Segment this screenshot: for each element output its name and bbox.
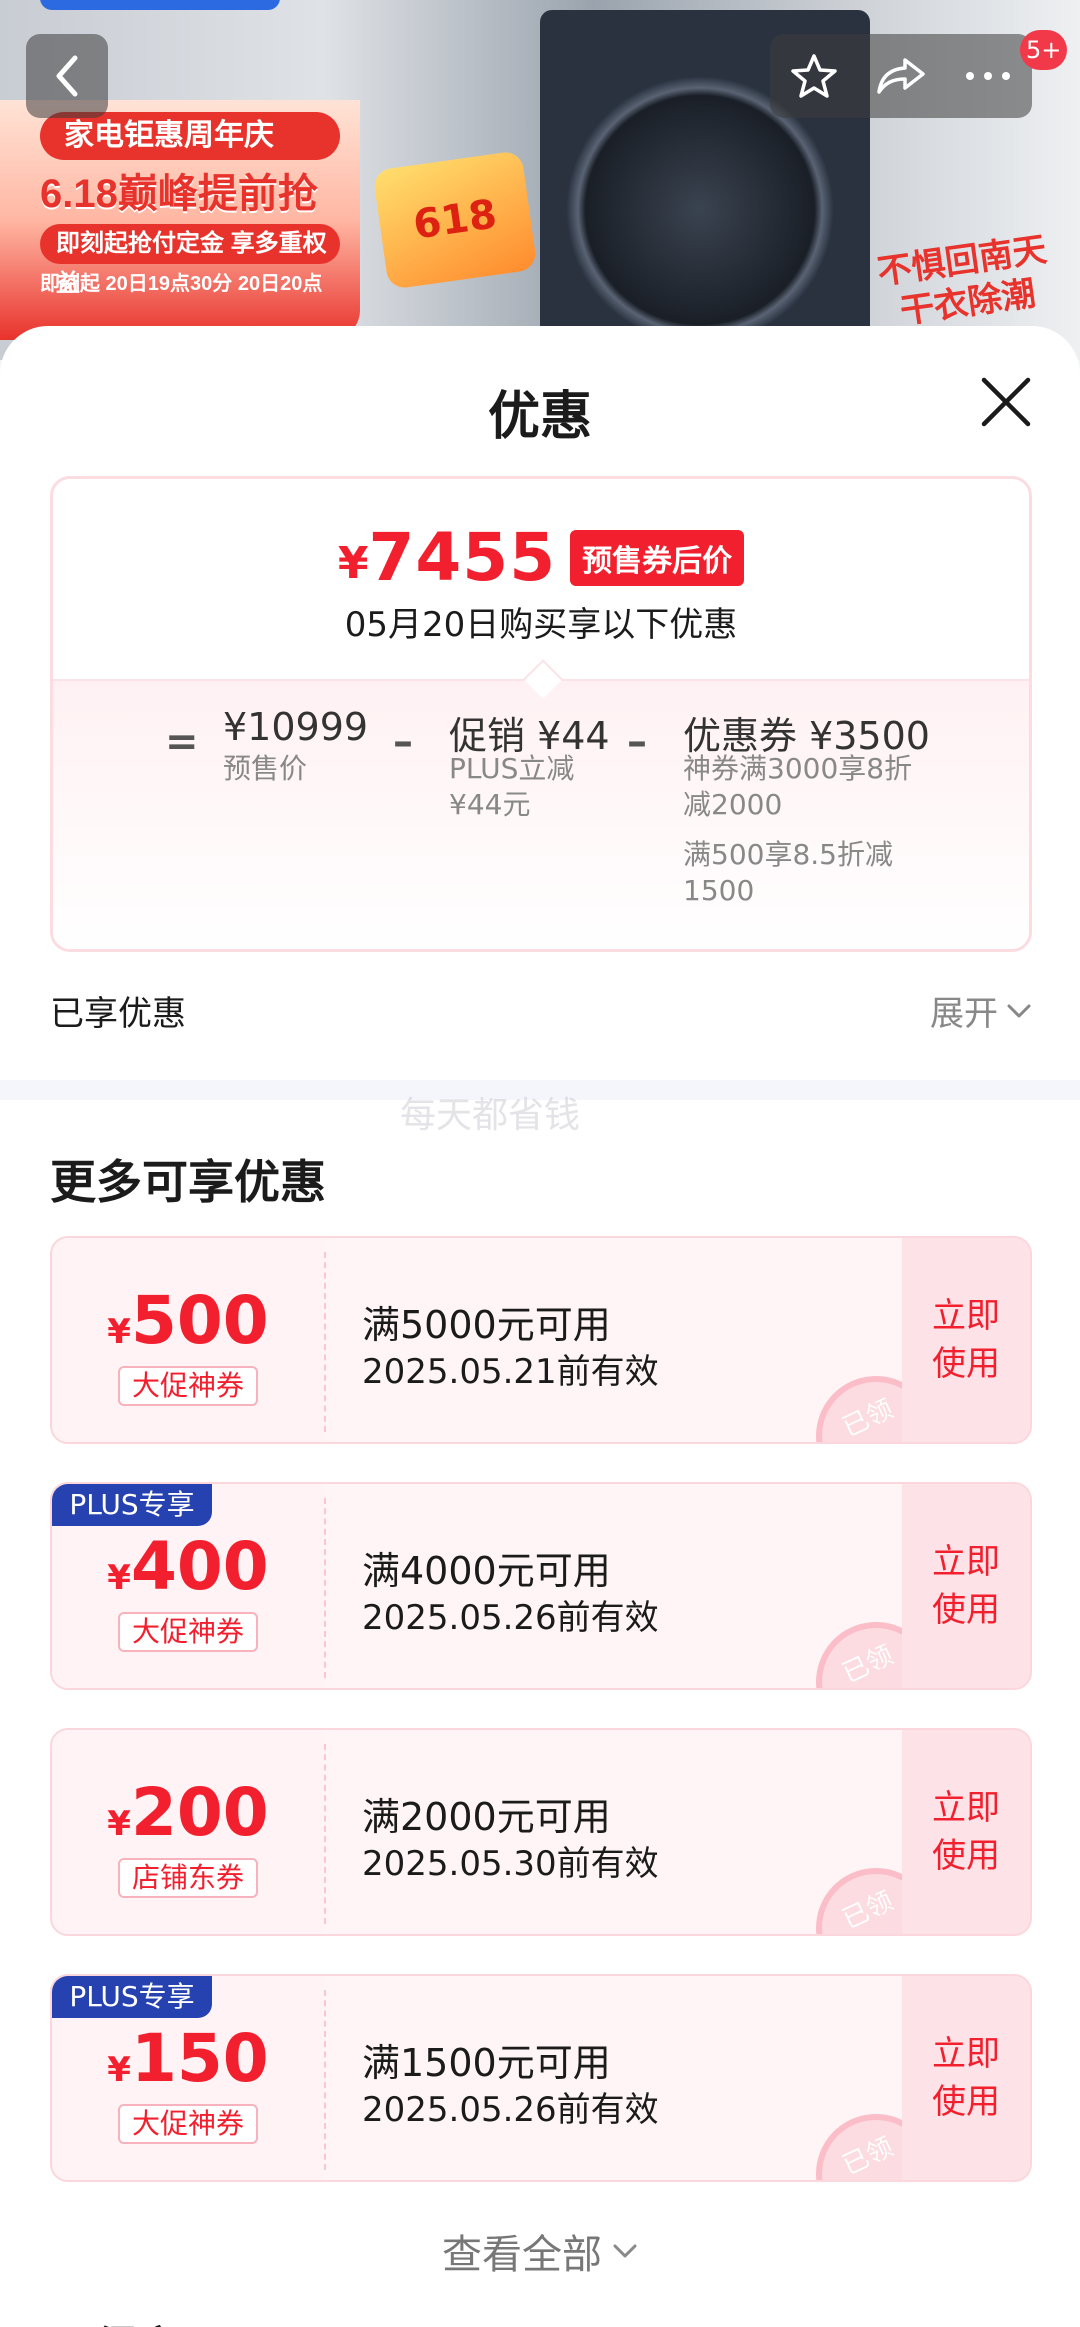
coupon-currency: ¥ (107, 1312, 131, 1352)
banner-top-strip (40, 0, 280, 10)
header-actions (770, 34, 1032, 118)
coupon-expiry: 2025.05.30前有效 (362, 1844, 659, 1884)
presale-price: ¥10999 (223, 705, 369, 749)
more-button[interactable] (948, 34, 1028, 118)
promo-line-2: 6.18巅峰提前抢 (40, 172, 318, 216)
favorite-button[interactable] (774, 34, 854, 118)
promo-line-1: 家电钜惠周年庆 (40, 112, 340, 160)
coupon-amount: ¥400 (52, 1528, 324, 1605)
final-price: 7455 (368, 519, 557, 596)
final-currency: ¥ (337, 538, 369, 589)
final-price-tag: 预售券后价 (570, 529, 745, 586)
coupon-type: 大促神券 (118, 2104, 258, 2144)
watermark: 每天都省钱 (400, 1095, 581, 1136)
coupon-detail-1: 神券满3000享8折 减2000 (683, 752, 913, 821)
coupon-type: 大促神券 (118, 1366, 258, 1406)
promo-line-3: 即刻起抢付定金 享多重权益 (40, 224, 340, 297)
chevron-down-icon (613, 2244, 637, 2258)
use-now-button[interactable]: 立即 使用 (902, 1730, 1030, 1934)
plus-exclusive-badge: PLUS专享 (52, 1976, 212, 2018)
equals-sign: = (165, 719, 199, 765)
enjoyed-discount-row[interactable]: 已享优惠 展开 (50, 986, 1032, 1042)
promo-detail: PLUS立减 ¥44元 (449, 752, 575, 821)
coupon-amount: ¥150 (52, 2020, 324, 2097)
coupon-expiry: 2025.05.26前有效 (362, 1598, 659, 1638)
more-icon (966, 72, 1011, 80)
see-all-label: 查看全部 (442, 2232, 602, 2278)
price-breakdown-card: ¥ 7455 预售券后价 05月20日购买享以下优惠 = ¥10999 预售价 … (50, 476, 1032, 952)
coupon-detail-2: 满500享8.5折减 1500 (683, 838, 893, 907)
coupon-divider (324, 1990, 326, 2170)
final-price-row: ¥ 7455 预售券后价 (53, 519, 1029, 596)
coupon-value: 200 (130, 1774, 269, 1851)
use-now-button[interactable]: 立即 使用 (902, 1238, 1030, 1442)
presale-label: 预售价 (223, 752, 308, 785)
coupon-divider (324, 1744, 326, 1924)
back-button[interactable] (26, 34, 108, 118)
share-icon (877, 58, 925, 94)
discount-sheet: 优惠 ¥ 7455 预售券后价 05月20日购买享以下优惠 = ¥10999 预… (0, 326, 1080, 2327)
coupon-divider (324, 1252, 326, 1432)
coupon-currency: ¥ (107, 2050, 131, 2090)
next-section-title: 可得京豆 (50, 2312, 226, 2327)
star-icon (790, 54, 837, 98)
coupon-amount: ¥200 (52, 1774, 324, 1851)
coupon-value: 500 (130, 1282, 269, 1359)
close-icon (981, 377, 1031, 427)
coupon-value: 400 (130, 1528, 269, 1605)
expand-label: 展开 (930, 994, 998, 1034)
final-price-note: 05月20日购买享以下优惠 (344, 605, 738, 645)
more-discounts-title: 更多可享优惠 (50, 1155, 326, 1209)
expand-toggle[interactable]: 展开 (930, 986, 1032, 1035)
see-all-button[interactable]: 查看全部 (0, 2222, 1080, 2280)
coupon-condition: 满5000元可用 (362, 1303, 611, 1347)
coupon-card: ¥200 店铺东券 满2000元可用 2025.05.30前有效 已领 立即 使… (50, 1728, 1032, 1936)
share-button[interactable] (861, 34, 941, 118)
chevron-left-icon (56, 55, 78, 97)
coupon-expiry: 2025.05.21前有效 (362, 1352, 659, 1392)
enjoyed-label: 已享优惠 (50, 994, 186, 1034)
sheet-title: 优惠 (487, 387, 592, 447)
coupon-currency: ¥ (107, 1558, 131, 1598)
coupon-value: 150 (130, 2020, 269, 2097)
minus-sign-2: – (627, 719, 647, 765)
coupon-card: ¥500 大促神券 满5000元可用 2025.05.21前有效 已领 立即 使… (50, 1236, 1032, 1444)
banner-slogan: 不惧回南天 干衣除潮 (875, 229, 1050, 333)
coupon-condition: 满4000元可用 (362, 1549, 611, 1593)
coupon-card: ¥400 大促神券 PLUS专享 满4000元可用 2025.05.26前有效 … (50, 1482, 1032, 1690)
use-now-button[interactable]: 立即 使用 (902, 1484, 1030, 1688)
message-badge: 5+ (1020, 30, 1068, 70)
promo-line-4: 即刻起 20日19点30分 20日20点 (40, 273, 323, 295)
use-now-button[interactable]: 立即 使用 (902, 1976, 1030, 2180)
coupon-condition: 满1500元可用 (362, 2041, 611, 2085)
coupon-type: 店铺东券 (118, 1858, 258, 1898)
coupon-card: ¥150 大促神券 PLUS专享 满1500元可用 2025.05.26前有效 … (50, 1974, 1032, 2182)
coupon-amount: ¥500 (52, 1282, 324, 1359)
minus-sign-1: – (393, 719, 413, 765)
coupon-currency: ¥ (107, 1804, 131, 1844)
coupon-condition: 满2000元可用 (362, 1795, 611, 1839)
chevron-down-icon (1007, 1004, 1031, 1017)
coupon-type: 大促神券 (118, 1612, 258, 1652)
coupon-divider (324, 1498, 326, 1678)
final-price-area: ¥ 7455 预售券后价 05月20日购买享以下优惠 (53, 479, 1029, 679)
badge-618: 618 (372, 150, 538, 290)
coupon-expiry: 2025.05.26前有效 (362, 2090, 659, 2130)
plus-exclusive-badge: PLUS专享 (52, 1484, 212, 1526)
close-button[interactable] (974, 370, 1038, 434)
